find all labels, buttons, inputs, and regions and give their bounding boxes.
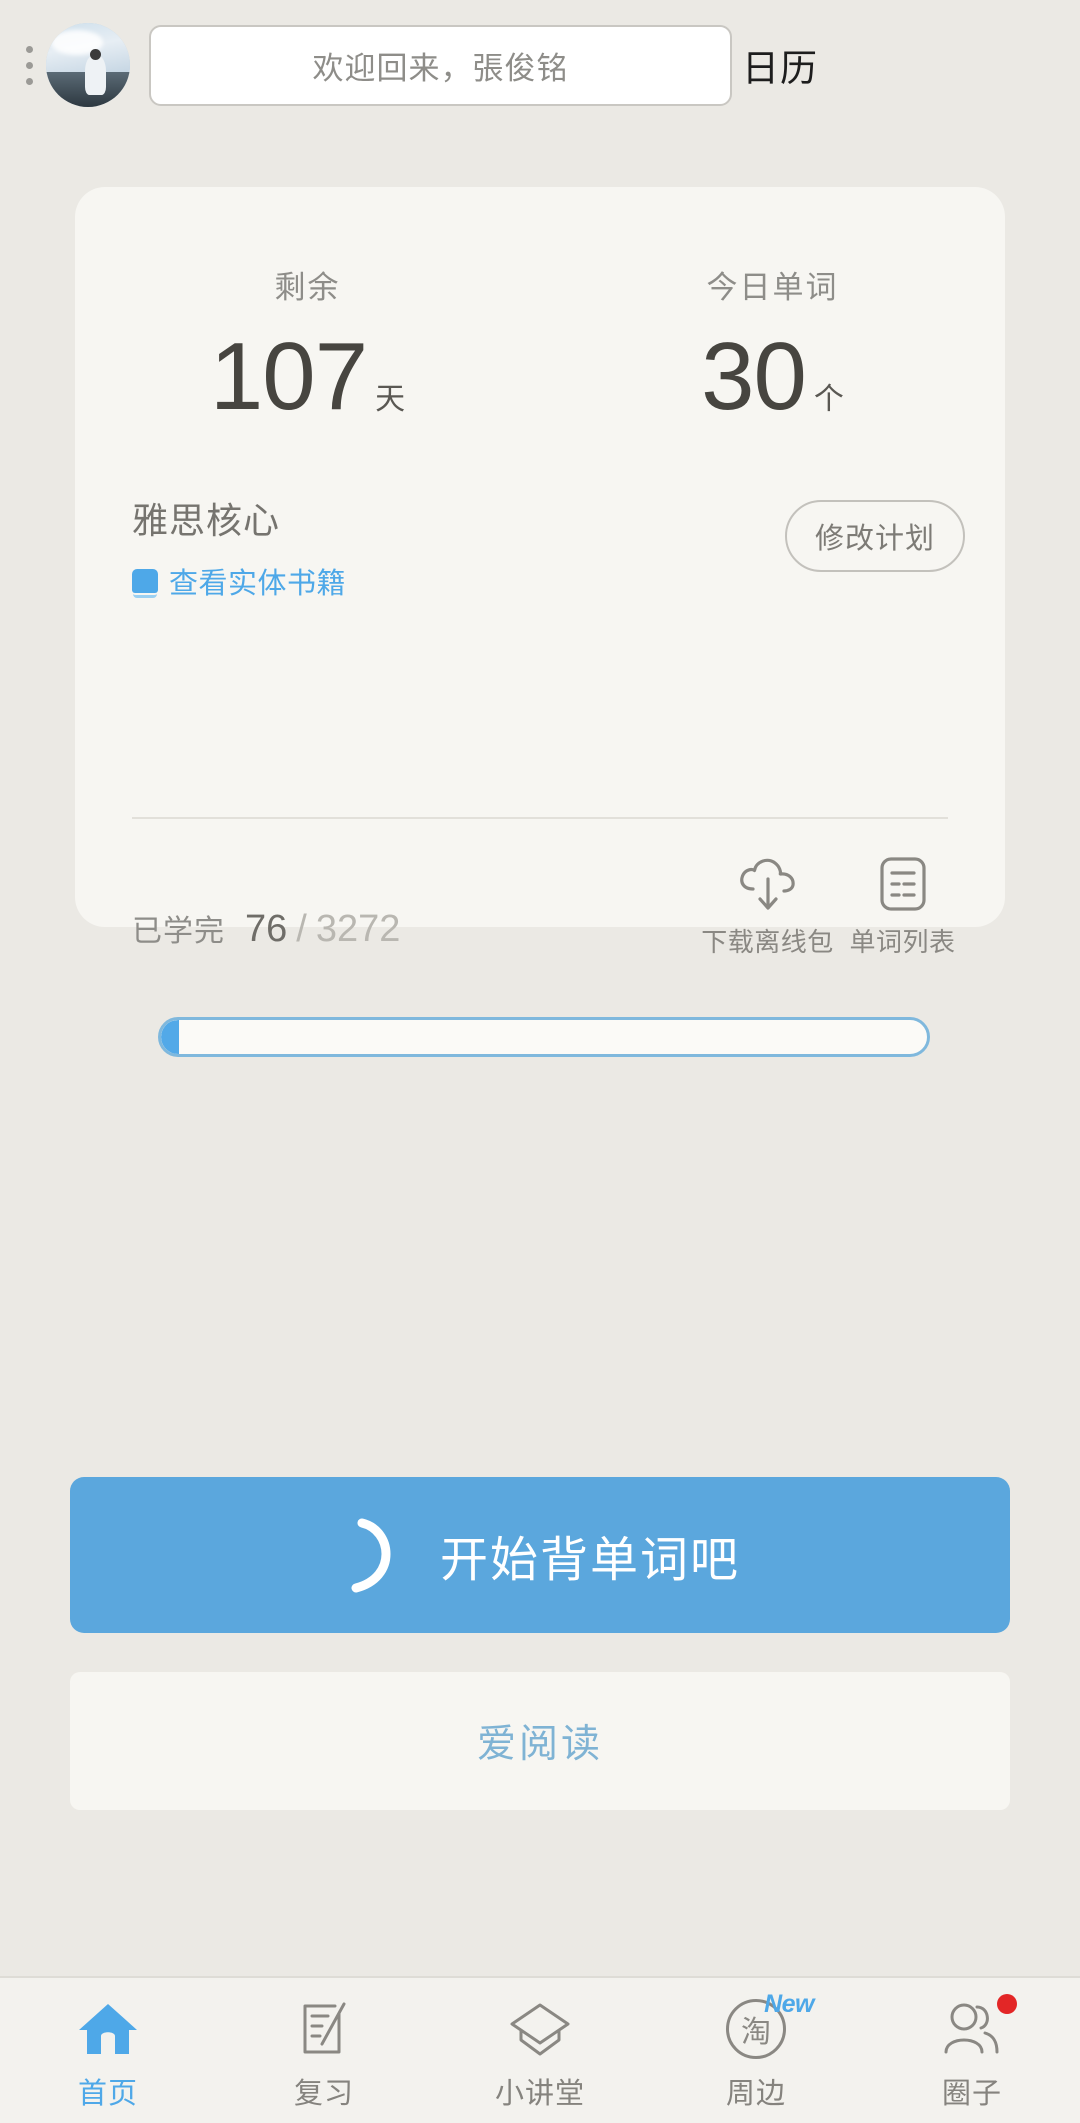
- notification-dot: [997, 1994, 1017, 2014]
- learned-counter: 已学完 76 / 3272: [132, 906, 705, 959]
- download-offline-pack-label: 下载离线包: [701, 927, 834, 957]
- book-title: 雅思核心: [132, 500, 281, 541]
- welcome-text: 欢迎回来，張俊铭: [312, 50, 569, 86]
- stat-value-row: 30 个: [701, 329, 844, 425]
- nav-item-review[interactable]: 复习: [216, 1996, 432, 2112]
- stat-today-words: 今日单词 30 个: [540, 262, 1005, 425]
- cloud-download-icon: [736, 855, 800, 913]
- download-offline-pack-button[interactable]: 下载离线包: [701, 855, 833, 959]
- modify-plan-button[interactable]: 修改计划: [784, 500, 965, 572]
- stat-label: 今日单词: [706, 270, 839, 305]
- nav-item-store[interactable]: 淘 New 周边: [648, 1990, 864, 2112]
- progress-row: 已学完 76 / 3272 下载离线包 单词列表: [75, 855, 1005, 959]
- kebab-menu-icon[interactable]: [14, 45, 44, 85]
- kebab-dot: [25, 61, 33, 69]
- stat-unit: 天: [375, 383, 406, 416]
- crescent-arc-icon: [351, 1518, 391, 1593]
- nav-label-home: 首页: [77, 2078, 138, 2110]
- word-list-button[interactable]: 单词列表: [840, 855, 965, 959]
- top-bar: 欢迎回来，張俊铭 日历: [0, 0, 1080, 130]
- nav-item-home[interactable]: 首页: [0, 1996, 216, 2112]
- learned-separator: /: [296, 908, 307, 950]
- study-progress-bar[interactable]: [158, 1017, 930, 1057]
- card-actions: 下载离线包 单词列表: [701, 855, 965, 959]
- learned-done: 76: [245, 908, 288, 950]
- avatar-person: [84, 54, 107, 96]
- home-icon: [77, 1996, 139, 2062]
- stat-label: 剩余: [274, 270, 341, 305]
- kebab-dot: [25, 77, 33, 85]
- nav-item-classroom[interactable]: 小讲堂: [432, 1996, 648, 2112]
- start-memorizing-label: 开始背单词吧: [439, 1534, 740, 1587]
- stats-row: 剩余 107 天 今日单词 30 个: [75, 262, 1005, 425]
- kebab-dot: [25, 45, 33, 53]
- view-physical-book-label: 查看实体书籍: [169, 568, 347, 600]
- bottom-navigation: 首页 复习 小讲堂 淘 New 周边 圈子: [0, 1976, 1080, 2123]
- stat-remaining-days: 剩余 107 天: [75, 262, 540, 425]
- card-divider: [132, 817, 948, 819]
- nav-label-classroom: 小讲堂: [494, 2078, 585, 2110]
- stat-number: 107: [209, 323, 368, 430]
- graduation-cap-icon: [507, 1996, 573, 2062]
- book-info: 雅思核心 查看实体书籍: [132, 492, 785, 602]
- book-row: 雅思核心 查看实体书籍 修改计划: [75, 492, 1005, 602]
- start-memorizing-button[interactable]: 开始背单词吧: [70, 1477, 1010, 1633]
- book-icon: [132, 569, 158, 598]
- nav-label-community: 圈子: [941, 2078, 1002, 2110]
- love-reading-button[interactable]: 爱阅读: [70, 1672, 1010, 1810]
- view-physical-book-link[interactable]: 查看实体书籍: [132, 560, 785, 602]
- people-icon: [939, 1994, 1017, 2062]
- stat-number: 30: [701, 323, 807, 430]
- nav-label-store: 周边: [725, 2078, 786, 2110]
- learned-total: 3272: [315, 908, 401, 950]
- avatar[interactable]: [46, 23, 130, 107]
- word-list-icon: [876, 855, 930, 913]
- calendar-button[interactable]: 日历: [742, 38, 818, 92]
- stat-unit: 个: [813, 383, 844, 416]
- learned-label: 已学完: [132, 915, 225, 948]
- love-reading-label: 爱阅读: [476, 1723, 603, 1766]
- nav-item-community[interactable]: 圈子: [864, 1994, 1080, 2112]
- word-list-label: 单词列表: [849, 927, 956, 957]
- new-badge: New: [764, 1990, 814, 2018]
- stat-value-row: 107 天: [210, 329, 405, 425]
- avatar-person-head: [89, 49, 101, 60]
- study-progress-fill: [161, 1020, 179, 1054]
- notebook-pen-icon: [295, 1996, 353, 2062]
- nav-label-review: 复习: [293, 2078, 354, 2110]
- welcome-banner[interactable]: 欢迎回来，張俊铭: [149, 24, 732, 106]
- study-plan-card: 剩余 107 天 今日单词 30 个 雅思核心 查看实体书籍 修改计划 已学完 …: [75, 187, 1005, 957]
- tao-circle-icon: 淘 New: [726, 1990, 814, 2062]
